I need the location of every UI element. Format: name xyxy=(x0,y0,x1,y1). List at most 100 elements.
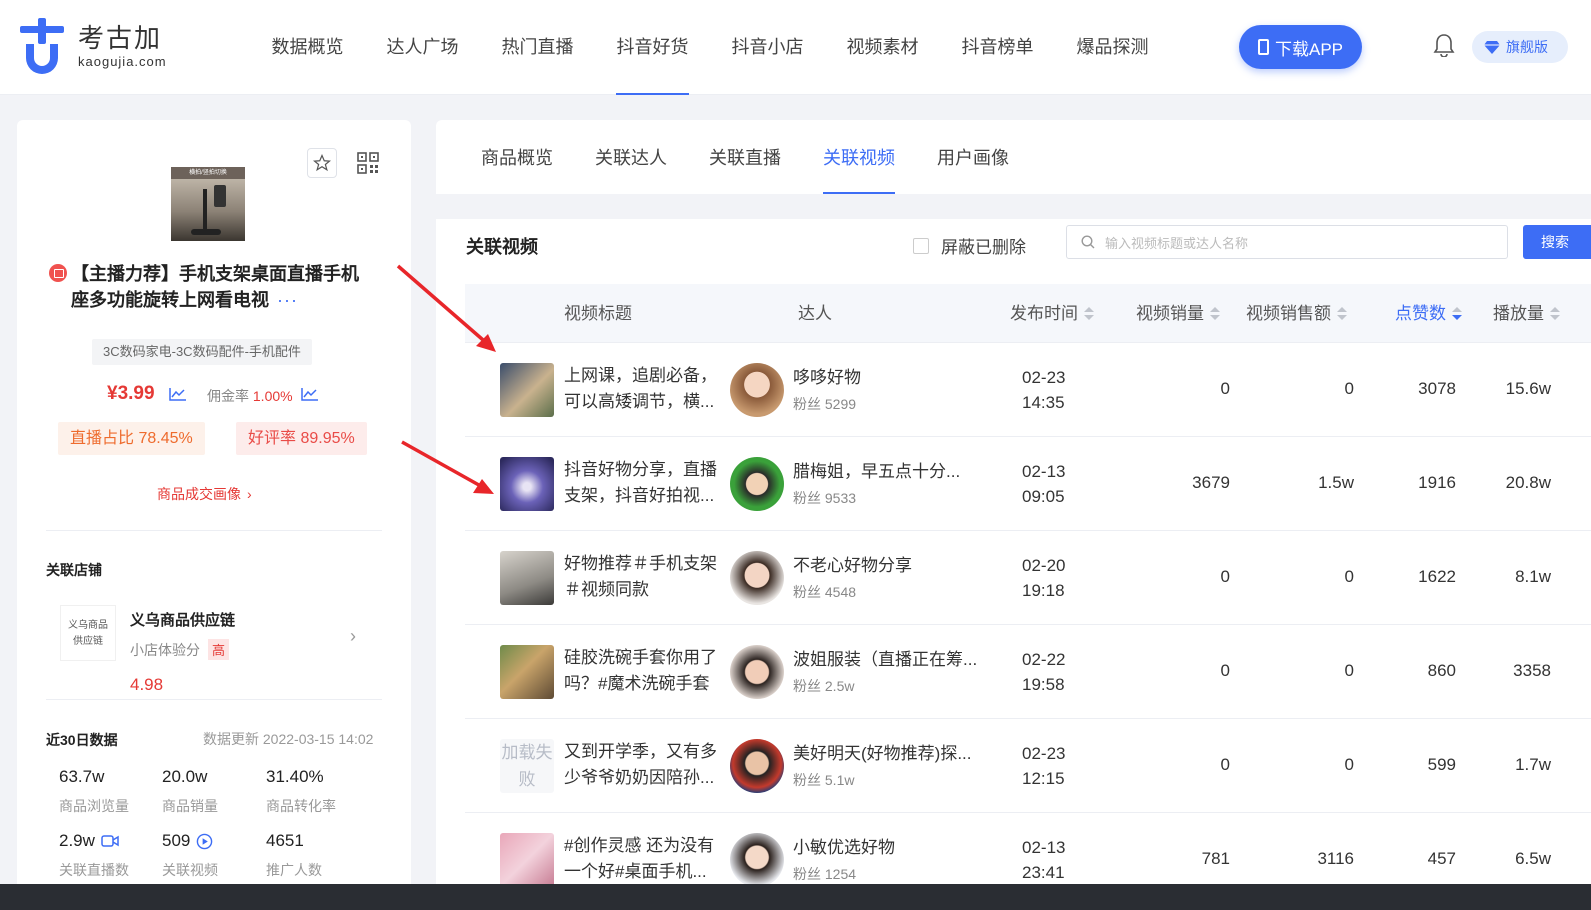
col-video-amount[interactable]: 视频销售额 xyxy=(1246,284,1347,343)
star-icon xyxy=(313,154,331,172)
main-nav: 数据概览 达人广场 热门直播 抖音好货 抖音小店 视频素材 抖音榜单 爆品探测 xyxy=(250,0,1170,95)
video-title[interactable]: 硅胶洗碗手套你用了吗？#魔术洗碗手套 xyxy=(564,645,724,697)
tab-product-overview[interactable]: 商品概览 xyxy=(460,120,574,194)
product-thumbnail[interactable]: 横拍/竖拍切换 xyxy=(171,167,245,241)
avatar[interactable] xyxy=(730,645,784,699)
commission-label: 佣金率 xyxy=(207,388,249,404)
video-sales: 0 xyxy=(1220,755,1230,774)
nav-item-hot-live[interactable]: 热门直播 xyxy=(480,0,595,95)
sort-icon[interactable] xyxy=(1337,307,1347,320)
tab-related-video[interactable]: 关联视频 xyxy=(802,120,916,194)
tab-related-live[interactable]: 关联直播 xyxy=(688,120,802,194)
video-sales: 0 xyxy=(1220,661,1230,680)
kol-name[interactable]: 小敏优选好物 xyxy=(793,833,983,858)
tab-related-kol[interactable]: 关联达人 xyxy=(574,120,688,194)
video-thumbnail-failed[interactable]: 加载失败 xyxy=(500,739,554,793)
nav-item-douyin-rank[interactable]: 抖音榜单 xyxy=(940,0,1055,95)
col-pubtime[interactable]: 发布时间 xyxy=(1010,284,1094,343)
tab-user-portrait[interactable]: 用户画像 xyxy=(916,120,1030,194)
col-video-sales[interactable]: 视频销量 xyxy=(1136,284,1220,343)
video-thumbnail[interactable] xyxy=(500,363,554,417)
hide-deleted-toggle[interactable]: 屏蔽已删除 xyxy=(913,233,1026,258)
search-input[interactable]: 输入视频标题或达人名称 xyxy=(1066,225,1508,259)
more-icon[interactable]: ··· xyxy=(277,290,298,310)
avatar[interactable] xyxy=(730,551,784,605)
col-likes[interactable]: 点赞数 xyxy=(1395,284,1462,343)
nav-item-douyin-shop[interactable]: 抖音小店 xyxy=(710,0,825,95)
kol-name[interactable]: 波姐服装（直播正在筹... xyxy=(793,645,983,670)
sort-icon[interactable] xyxy=(1452,307,1462,320)
video-sales: 0 xyxy=(1220,379,1230,398)
table-row[interactable]: 好物推荐＃手机支架＃视频同款 不老心好物分享 粉丝 4548 02-20 19:… xyxy=(465,531,1591,625)
hide-deleted-checkbox[interactable] xyxy=(913,237,929,254)
product-title[interactable]: 【主播力荐】手机支架桌面直播手机座多功能旋转上网看电视 ··· xyxy=(71,261,371,313)
video-plays: 8.1w xyxy=(1515,567,1551,586)
col-amount-label: 视频销售额 xyxy=(1246,303,1331,323)
category-tag: 3C数码家电-3C数码配件-手机配件 xyxy=(92,339,312,365)
product-title-text: 【主播力荐】手机支架桌面直播手机座多功能旋转上网看电视 xyxy=(71,264,359,310)
store-name[interactable]: 义乌商品供应链 xyxy=(130,609,235,630)
bell-icon[interactable] xyxy=(1433,33,1455,57)
commission-value: 1.00% xyxy=(252,388,293,404)
table-row[interactable]: #创作灵感 还为没有一个好#桌面手机... 小敏优选好物 粉丝 1254 02-… xyxy=(465,813,1591,887)
brand-logo[interactable]: 考古加 kaogujia.com xyxy=(18,18,178,78)
kol-name[interactable]: 腊梅姐，早五点十分... xyxy=(793,457,983,482)
avatar[interactable] xyxy=(730,363,784,417)
publish-time: 02-23 12:15 xyxy=(1022,741,1065,791)
video-thumbnail[interactable] xyxy=(500,645,554,699)
metric-value-row: 509 xyxy=(162,831,262,851)
nav-item-video-material[interactable]: 视频素材 xyxy=(825,0,940,95)
product-panel: 横拍/竖拍切换 【主播力荐】手机支架桌面直播手机座多功能旋转上网看电视 ··· 3… xyxy=(17,120,411,900)
sort-icon[interactable] xyxy=(1084,307,1094,320)
chevron-right-icon[interactable]: › xyxy=(350,626,356,647)
deal-portrait-link[interactable]: 商品成交画像 › xyxy=(157,484,252,504)
col-plays[interactable]: 播放量 xyxy=(1493,284,1560,343)
table-row[interactable]: 加载失败 又到开学季，又有多少爷爷奶奶因陪孙... 美好明天(好物推荐)探...… xyxy=(465,719,1591,813)
metric-label: 关联直播数 xyxy=(59,862,129,878)
download-app-button[interactable]: 下载APP xyxy=(1239,25,1362,69)
video-title[interactable]: 又到开学季，又有多少爷爷奶奶因陪孙... xyxy=(564,739,724,791)
favorite-button[interactable] xyxy=(307,148,337,178)
avatar[interactable] xyxy=(730,739,784,793)
kol-name[interactable]: 美好明天(好物推荐)探... xyxy=(793,739,983,764)
publish-time: 02-13 09:05 xyxy=(1022,459,1065,509)
table-row[interactable]: 抖音好物分享，直播支架，抖音好拍视... 腊梅姐，早五点十分... 粉丝 953… xyxy=(465,437,1591,531)
publish-time: 02-22 19:58 xyxy=(1022,647,1065,697)
video-title[interactable]: 好物推荐＃手机支架＃视频同款 xyxy=(564,551,724,603)
avatar[interactable] xyxy=(730,457,784,511)
qrcode-button[interactable] xyxy=(353,148,383,178)
kol-fans: 粉丝 9533 xyxy=(793,490,857,506)
nav-item-douyin-goods[interactable]: 抖音好货 xyxy=(595,0,710,95)
store-score-value: 4.98 xyxy=(130,675,164,694)
video-thumbnail[interactable] xyxy=(500,833,554,887)
nav-item-hot-detect[interactable]: 爆品探测 xyxy=(1055,0,1170,95)
product-price: ¥3.99 xyxy=(107,383,155,404)
kol-name[interactable]: 哆哆好物 xyxy=(793,363,983,388)
video-amount: 0 xyxy=(1344,379,1354,398)
metric-live-count[interactable]: 2.9w 关联直播数 xyxy=(59,831,159,880)
avatar[interactable] xyxy=(730,833,784,887)
video-title[interactable]: 上网课，追剧必备，可以高矮调节，横... xyxy=(564,363,724,415)
sort-icon[interactable] xyxy=(1210,307,1220,320)
video-title[interactable]: #创作灵感 还为没有一个好#桌面手机... xyxy=(564,833,724,885)
nav-item-kol-square[interactable]: 达人广场 xyxy=(365,0,480,95)
commission-trend-icon[interactable] xyxy=(301,387,319,401)
video-plays: 20.8w xyxy=(1505,473,1551,492)
video-thumbnail[interactable] xyxy=(500,551,554,605)
metric-video-count[interactable]: 509 关联视频 xyxy=(162,831,262,880)
publish-clock: 14:35 xyxy=(1022,393,1065,412)
recent-section-title: 近30日数据 xyxy=(46,732,118,748)
store-logo[interactable]: 义乌商品 供应链 xyxy=(60,605,116,661)
search-button[interactable]: 搜索 xyxy=(1523,225,1591,259)
commission-rate: 佣金率 1.00% xyxy=(207,386,293,406)
sort-icon[interactable] xyxy=(1550,307,1560,320)
price-trend-icon[interactable] xyxy=(169,387,187,401)
vip-badge[interactable]: 旗舰版 xyxy=(1472,31,1568,63)
video-thumbnail[interactable] xyxy=(500,457,554,511)
nav-item-overview[interactable]: 数据概览 xyxy=(250,0,365,95)
table-row[interactable]: 硅胶洗碗手套你用了吗？#魔术洗碗手套 波姐服装（直播正在筹... 粉丝 2.5w… xyxy=(465,625,1591,719)
video-title[interactable]: 抖音好物分享，直播支架，抖音好拍视... xyxy=(564,457,724,509)
table-row[interactable]: 上网课，追剧必备，可以高矮调节，横... 哆哆好物 粉丝 5299 02-23 … xyxy=(465,343,1591,437)
kol-name[interactable]: 不老心好物分享 xyxy=(793,551,983,576)
video-plays: 1.7w xyxy=(1515,755,1551,774)
